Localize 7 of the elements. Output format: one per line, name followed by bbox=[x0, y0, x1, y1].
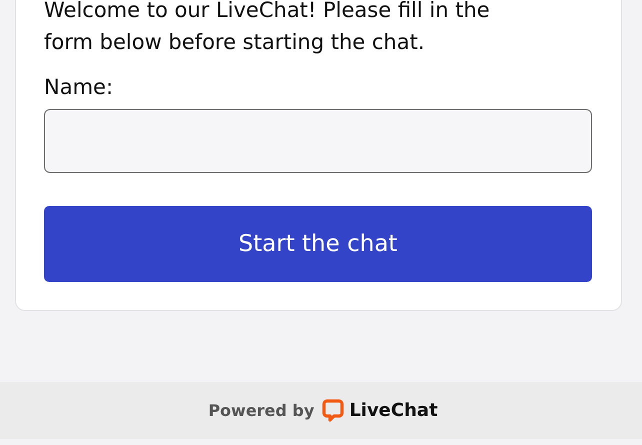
welcome-message: Welcome to our LiveChat! Please fill in the form below before starting the chat. bbox=[44, 0, 491, 56]
speech-bubble-icon bbox=[322, 398, 344, 422]
start-chat-button[interactable]: Start the chat bbox=[44, 206, 592, 282]
name-input-field[interactable] bbox=[44, 109, 592, 173]
field-label: Name: bbox=[44, 74, 114, 101]
powered-by-text: Powered by bbox=[208, 401, 314, 420]
livechat-brand-name: LiveChat bbox=[349, 400, 438, 421]
